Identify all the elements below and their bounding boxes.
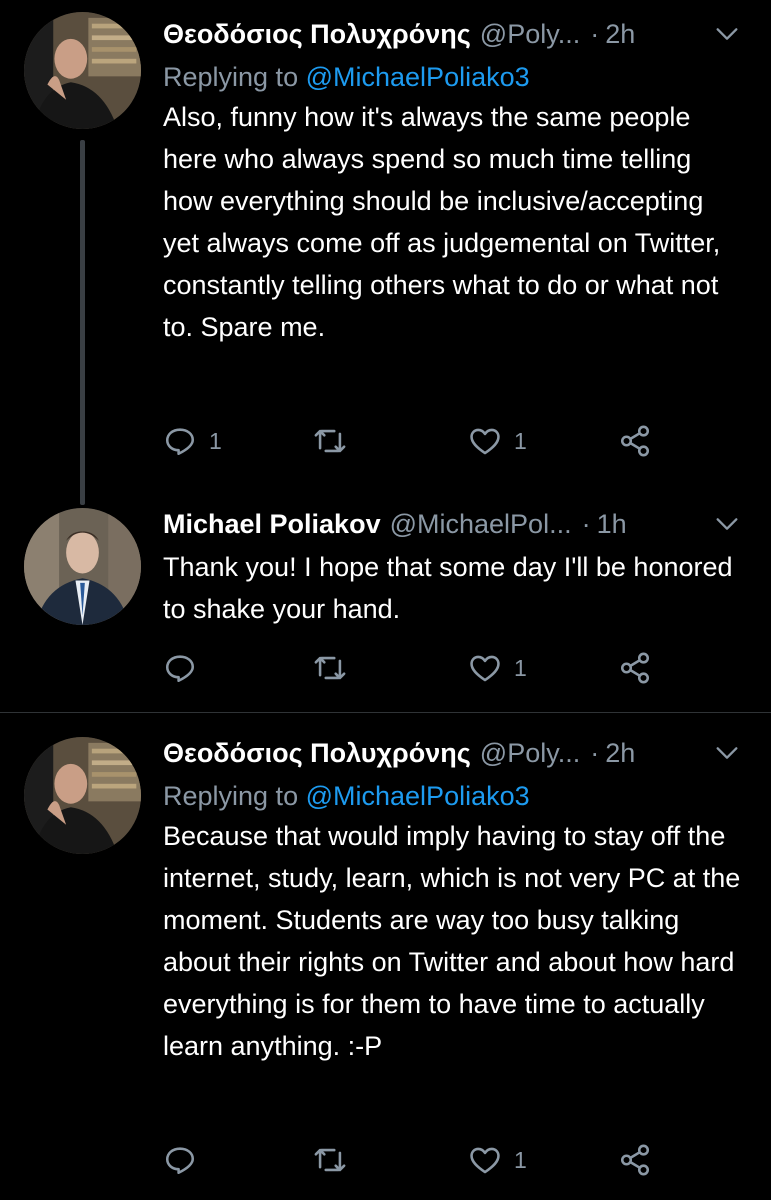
reply-icon: [165, 655, 195, 683]
avatar-image: [24, 508, 141, 625]
chevron-down-icon[interactable]: [713, 510, 741, 538]
retweet-button[interactable]: [313, 648, 359, 688]
reply-icon: [165, 1147, 195, 1175]
author-handle[interactable]: @Poly...: [480, 735, 580, 771]
thread-line: [80, 140, 85, 505]
tweet-text: Thank you! I hope that some day I'll be …: [163, 552, 733, 624]
timestamp[interactable]: 2h: [605, 735, 635, 771]
tweet-actions: 1 1: [163, 421, 663, 461]
avatar[interactable]: [24, 12, 141, 129]
share-icon: [620, 425, 650, 457]
timeline: Θεοδόσιος Πολυχρόνης @Poly... · 2h Reply…: [0, 0, 771, 1200]
tweet-text: Because that would imply having to stay …: [163, 821, 741, 1061]
reply-button[interactable]: [163, 648, 209, 688]
author-handle[interactable]: @Poly...: [480, 16, 580, 52]
separator-dot: ·: [590, 19, 600, 49]
author-name[interactable]: Michael Poliakov: [163, 506, 381, 542]
like-count: 1: [514, 654, 527, 681]
retweet-icon: [314, 656, 346, 680]
reply-button[interactable]: [163, 1140, 209, 1180]
share-icon: [620, 1144, 650, 1176]
share-button[interactable]: [618, 421, 652, 461]
retweet-button[interactable]: [313, 421, 359, 461]
like-button[interactable]: 1: [468, 648, 527, 688]
retweet-icon: [314, 1148, 346, 1172]
heart-icon: [470, 1147, 500, 1174]
like-button[interactable]: 1: [468, 1140, 527, 1180]
replying-to-label: Replying to: [163, 781, 299, 811]
share-button[interactable]: [618, 648, 652, 688]
timestamp[interactable]: 1h: [597, 506, 627, 542]
chevron-down-icon[interactable]: [713, 20, 741, 48]
avatar-image: [24, 737, 141, 854]
like-count: 1: [514, 1146, 527, 1173]
retweet-icon: [314, 429, 346, 453]
timestamp[interactable]: 2h: [605, 16, 635, 52]
tweet[interactable]: Θεοδόσιος Πολυχρόνης @Poly... · 2h Reply…: [0, 713, 771, 1200]
share-icon: [620, 652, 650, 684]
tweet-text: Also, funny how it's always the same peo…: [163, 102, 721, 342]
like-count: 1: [514, 427, 527, 454]
replying-to: Replying to @MichaelPoliako3: [163, 58, 741, 96]
reply-icon: [165, 428, 195, 456]
avatar-image: [24, 12, 141, 129]
tweet-actions: 1: [163, 1140, 663, 1180]
replying-to-mention[interactable]: @MichaelPoliako3: [306, 781, 530, 811]
replying-to: Replying to @MichaelPoliako3: [163, 777, 741, 815]
tweet[interactable]: Θεοδόσιος Πολυχρόνης @Poly... · 2h Reply…: [0, 0, 771, 505]
retweet-button[interactable]: [313, 1140, 359, 1180]
author-name[interactable]: Θεοδόσιος Πολυχρόνης: [163, 735, 471, 771]
separator-dot: ·: [590, 738, 600, 768]
tweet-header: Θεοδόσιος Πολυχρόνης @Poly... · 2h: [163, 735, 741, 771]
heart-icon: [470, 655, 500, 682]
reply-button[interactable]: 1: [163, 421, 222, 461]
author-name[interactable]: Θεοδόσιος Πολυχρόνης: [163, 16, 471, 52]
replying-to-label: Replying to: [163, 62, 299, 92]
avatar[interactable]: [24, 508, 141, 625]
tweet-header: Michael Poliakov @MichaelPol... · 1h: [163, 506, 741, 542]
share-button[interactable]: [618, 1140, 652, 1180]
reply-count: 1: [209, 427, 222, 454]
tweet-header: Θεοδόσιος Πολυχρόνης @Poly... · 2h: [163, 16, 741, 52]
replying-to-mention[interactable]: @MichaelPoliako3: [306, 62, 530, 92]
tweet[interactable]: Michael Poliakov @MichaelPol... · 1h Tha…: [0, 500, 771, 712]
heart-icon: [470, 428, 500, 455]
chevron-down-icon[interactable]: [713, 739, 741, 767]
avatar[interactable]: [24, 737, 141, 854]
tweet-actions: 1: [163, 648, 663, 688]
author-handle[interactable]: @MichaelPol...: [390, 506, 572, 542]
separator-dot: ·: [581, 509, 591, 539]
like-button[interactable]: 1: [468, 421, 527, 461]
